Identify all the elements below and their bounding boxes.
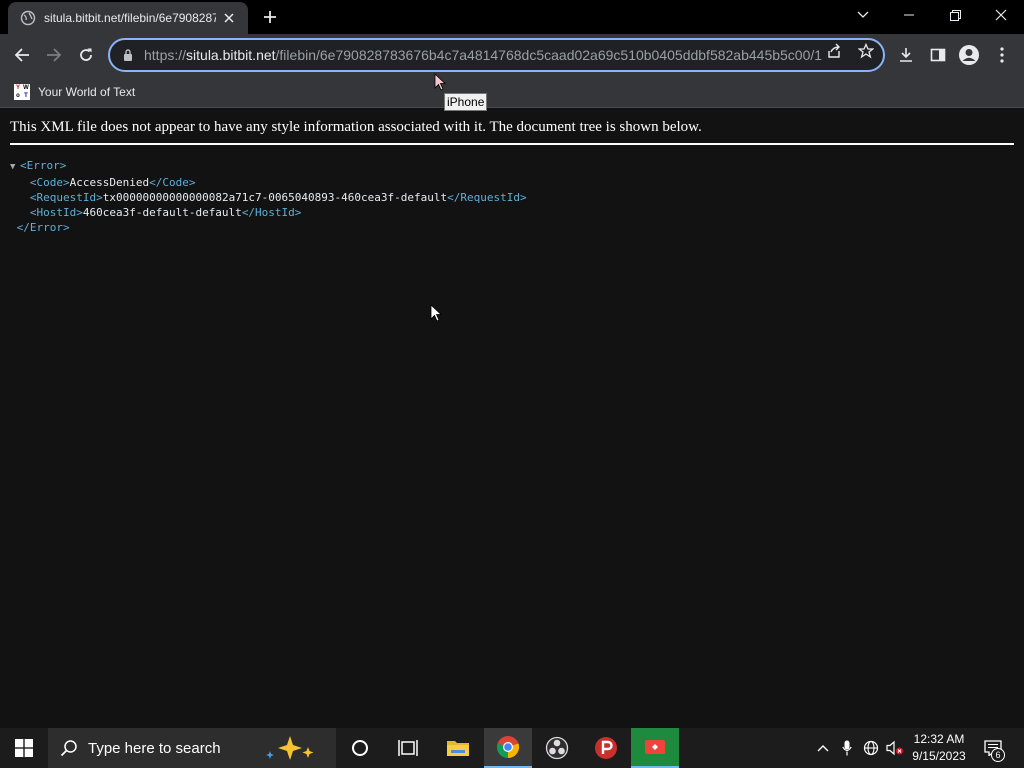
xml-tag: </Code> <box>149 176 196 189</box>
reload-button[interactable] <box>72 41 100 69</box>
xml-tag: <HostId> <box>29 206 83 219</box>
url-path: /filebin/6e790828783676b4c7a4814768dc5ca… <box>275 47 823 63</box>
restore-button[interactable] <box>932 0 978 30</box>
search-icon <box>60 740 77 757</box>
chrome-taskbar-icon[interactable] <box>484 728 532 768</box>
browser-tab[interactable]: situla.bitbit.net/filebin/6e790828783676… <box>8 2 248 34</box>
tab-search-icon[interactable] <box>840 0 886 30</box>
url-text[interactable]: https://situla.bitbit.net/filebin/6e7908… <box>144 47 824 63</box>
bookmark-label: Your World of Text <box>38 85 136 99</box>
xml-tag: <RequestId> <box>29 191 103 204</box>
page-content: This XML file does not appear to have an… <box>0 109 1024 728</box>
clock-time: 12:32 AM <box>913 732 965 746</box>
network-globe-icon[interactable] <box>860 728 882 768</box>
xml-tag: </Error> <box>16 221 70 234</box>
xml-style-notice: This XML file does not appear to have an… <box>10 119 1014 145</box>
bookmark-item[interactable]: YWoT Your World of Text <box>14 82 135 102</box>
xml-requestid-line: <RequestId>tx00000000000000082a71c7-0065… <box>10 190 527 205</box>
microphone-icon[interactable] <box>836 728 858 768</box>
address-bar[interactable]: https://situla.bitbit.net/filebin/6e7908… <box>108 38 885 72</box>
xml-tree: ▼ <Error> <Code>AccessDenied</Code> <Requ… <box>10 158 527 235</box>
windows-logo-icon <box>15 739 33 757</box>
profile-icon[interactable] <box>957 43 981 67</box>
xml-code-value: AccessDenied <box>69 176 150 189</box>
your-world-of-text-favicon: YWoT <box>14 84 30 100</box>
volume-muted-icon[interactable] <box>884 728 906 768</box>
minimize-button[interactable] <box>886 0 932 30</box>
xml-requestid-value: tx00000000000000082a71c7-0065040893-460c… <box>102 191 448 204</box>
cortana-icon[interactable] <box>336 728 384 768</box>
xml-tag: </HostId> <box>241 206 302 219</box>
anydesk-icon[interactable] <box>631 728 679 768</box>
xml-hostid-value: 460cea3f-default-default <box>82 206 242 219</box>
xml-code-line: <Code>AccessDenied</Code> <box>10 175 527 190</box>
bookmark-star-icon[interactable] <box>856 41 876 61</box>
forward-button[interactable] <box>40 41 68 69</box>
tab-strip: situla.bitbit.net/filebin/6e790828783676… <box>0 0 1024 34</box>
collapse-triangle-icon[interactable]: ▼ <box>10 160 20 175</box>
url-scheme: https:// <box>144 47 187 63</box>
pointer-cursor-icon <box>430 304 442 322</box>
close-tab-icon[interactable] <box>220 9 238 27</box>
side-panel-icon[interactable] <box>926 43 950 67</box>
windows-taskbar: Type here to search 12:32 AM 9/15/2023 6 <box>0 728 1024 768</box>
browser-toolbar: https://situla.bitbit.net/filebin/6e7908… <box>0 34 1024 76</box>
search-highlight-sparkle-icon <box>266 736 314 760</box>
xml-hostid-line: <HostId>460cea3f-default-default</HostId… <box>10 205 527 220</box>
show-hidden-icons-chevron-icon[interactable] <box>812 728 834 768</box>
action-center-icon[interactable]: 6 <box>980 728 1006 768</box>
globe-icon <box>20 10 36 26</box>
close-window-button[interactable] <box>978 0 1024 30</box>
tab-title: situla.bitbit.net/filebin/6e790828783676… <box>44 11 216 25</box>
back-button[interactable] <box>8 41 36 69</box>
system-clock[interactable]: 12:32 AM 9/15/2023 <box>908 731 970 765</box>
obs-icon[interactable] <box>533 728 581 768</box>
pointer-cursor-icon <box>434 73 446 91</box>
tooltip: iPhone <box>444 93 488 111</box>
lock-icon[interactable] <box>122 48 136 62</box>
psiphon-icon[interactable] <box>582 728 630 768</box>
taskbar-search-box[interactable]: Type here to search <box>48 728 336 768</box>
clock-date: 9/15/2023 <box>912 749 966 763</box>
xml-tag: </RequestId> <box>447 191 527 204</box>
xml-root-open-line[interactable]: ▼ <Error> <box>10 158 527 175</box>
task-view-icon[interactable] <box>384 728 432 768</box>
bookmarks-bar: YWoT Your World of Text <box>0 76 1024 108</box>
xml-tag: <Code> <box>29 176 70 189</box>
share-icon[interactable] <box>824 41 844 61</box>
menu-kebab-icon[interactable] <box>990 43 1014 67</box>
new-tab-button[interactable] <box>258 6 282 28</box>
notification-count-badge: 6 <box>991 748 1005 762</box>
start-button[interactable] <box>0 728 48 768</box>
url-host: situla.bitbit.net <box>186 47 276 63</box>
download-icon[interactable] <box>894 43 918 67</box>
xml-root-close-line: </Error> <box>10 220 527 235</box>
search-placeholder: Type here to search <box>88 739 221 757</box>
file-explorer-icon[interactable] <box>434 728 482 768</box>
xml-tag: <Error> <box>20 159 67 172</box>
